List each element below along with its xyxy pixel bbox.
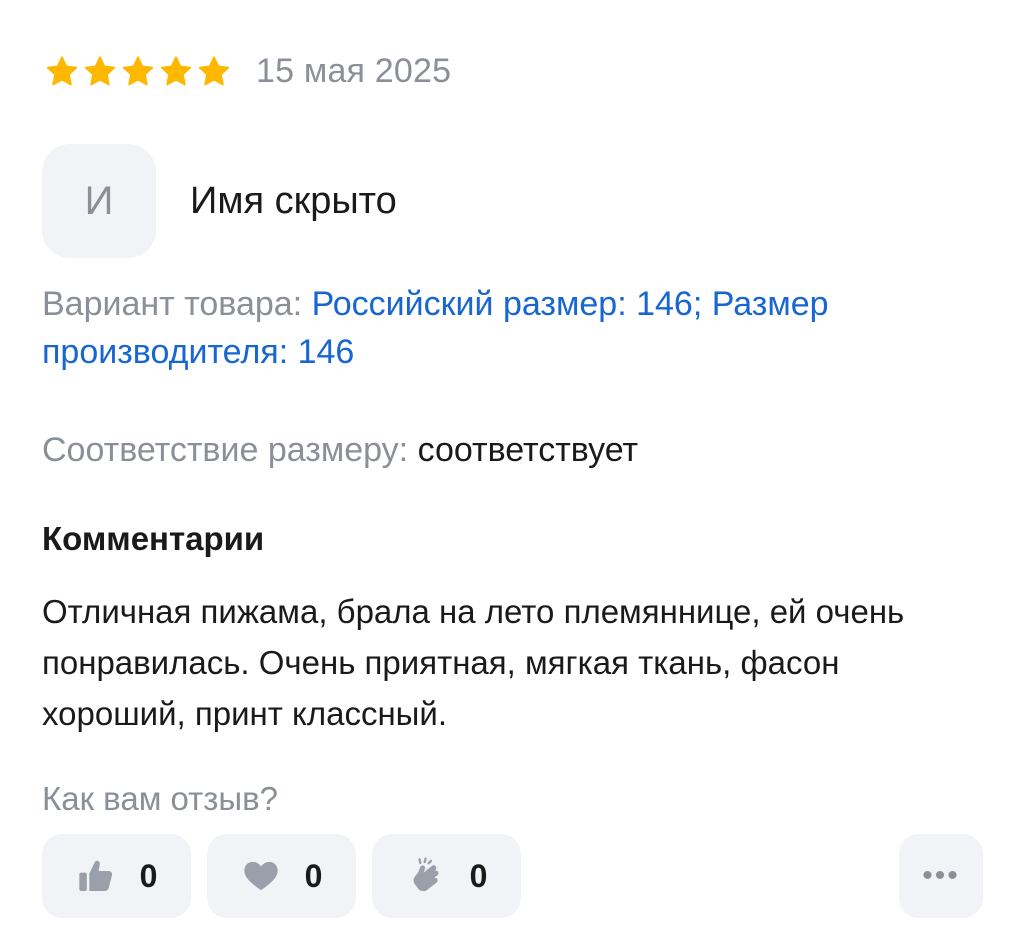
like-button[interactable]: 0 <box>42 834 191 918</box>
reaction-buttons: 0 0 0 <box>42 834 521 918</box>
author-name: Имя скрыто <box>190 179 397 222</box>
size-fit-value: соответствует <box>417 431 639 469</box>
star-icon <box>122 55 154 85</box>
more-dots-icon: ••• <box>922 859 960 892</box>
comments-text: Отличная пижама, брала на лето племянниц… <box>42 593 905 732</box>
heart-count: 0 <box>304 857 323 894</box>
applause-button[interactable]: 0 <box>372 834 521 918</box>
star-icon <box>160 55 192 85</box>
thumbs-up-icon <box>78 860 112 891</box>
like-count: 0 <box>139 857 158 894</box>
star-rating <box>44 54 232 90</box>
author-row: И Имя скрыто <box>42 144 397 258</box>
star-icon <box>84 55 116 85</box>
size-fit-label: Соответствие размеру: <box>42 431 418 469</box>
heart-button[interactable]: 0 <box>207 834 356 918</box>
size-fit: Соответствие размеру: соответствует <box>42 428 638 472</box>
feedback-question: Как вам отзыв? <box>42 780 279 817</box>
avatar-letter: И <box>84 178 114 223</box>
product-variant: Вариант товара: Российский размер: 146; … <box>42 280 982 376</box>
review-date: 15 мая 2025 <box>256 52 452 90</box>
star-icon <box>198 55 230 85</box>
clapping-hands-icon <box>413 857 439 892</box>
variant-label: Вариант товара: <box>42 285 312 323</box>
comments-title: Комментарии <box>42 520 265 557</box>
rating-row: 15 мая 2025 <box>44 52 451 91</box>
heart-icon <box>243 861 278 891</box>
applause-count: 0 <box>469 857 488 894</box>
review-card: 15 мая 2025 И Имя скрыто Вариант товара:… <box>0 0 1024 937</box>
more-options-button[interactable]: ••• <box>899 834 983 918</box>
star-icon <box>46 55 78 85</box>
avatar: И <box>42 144 156 258</box>
